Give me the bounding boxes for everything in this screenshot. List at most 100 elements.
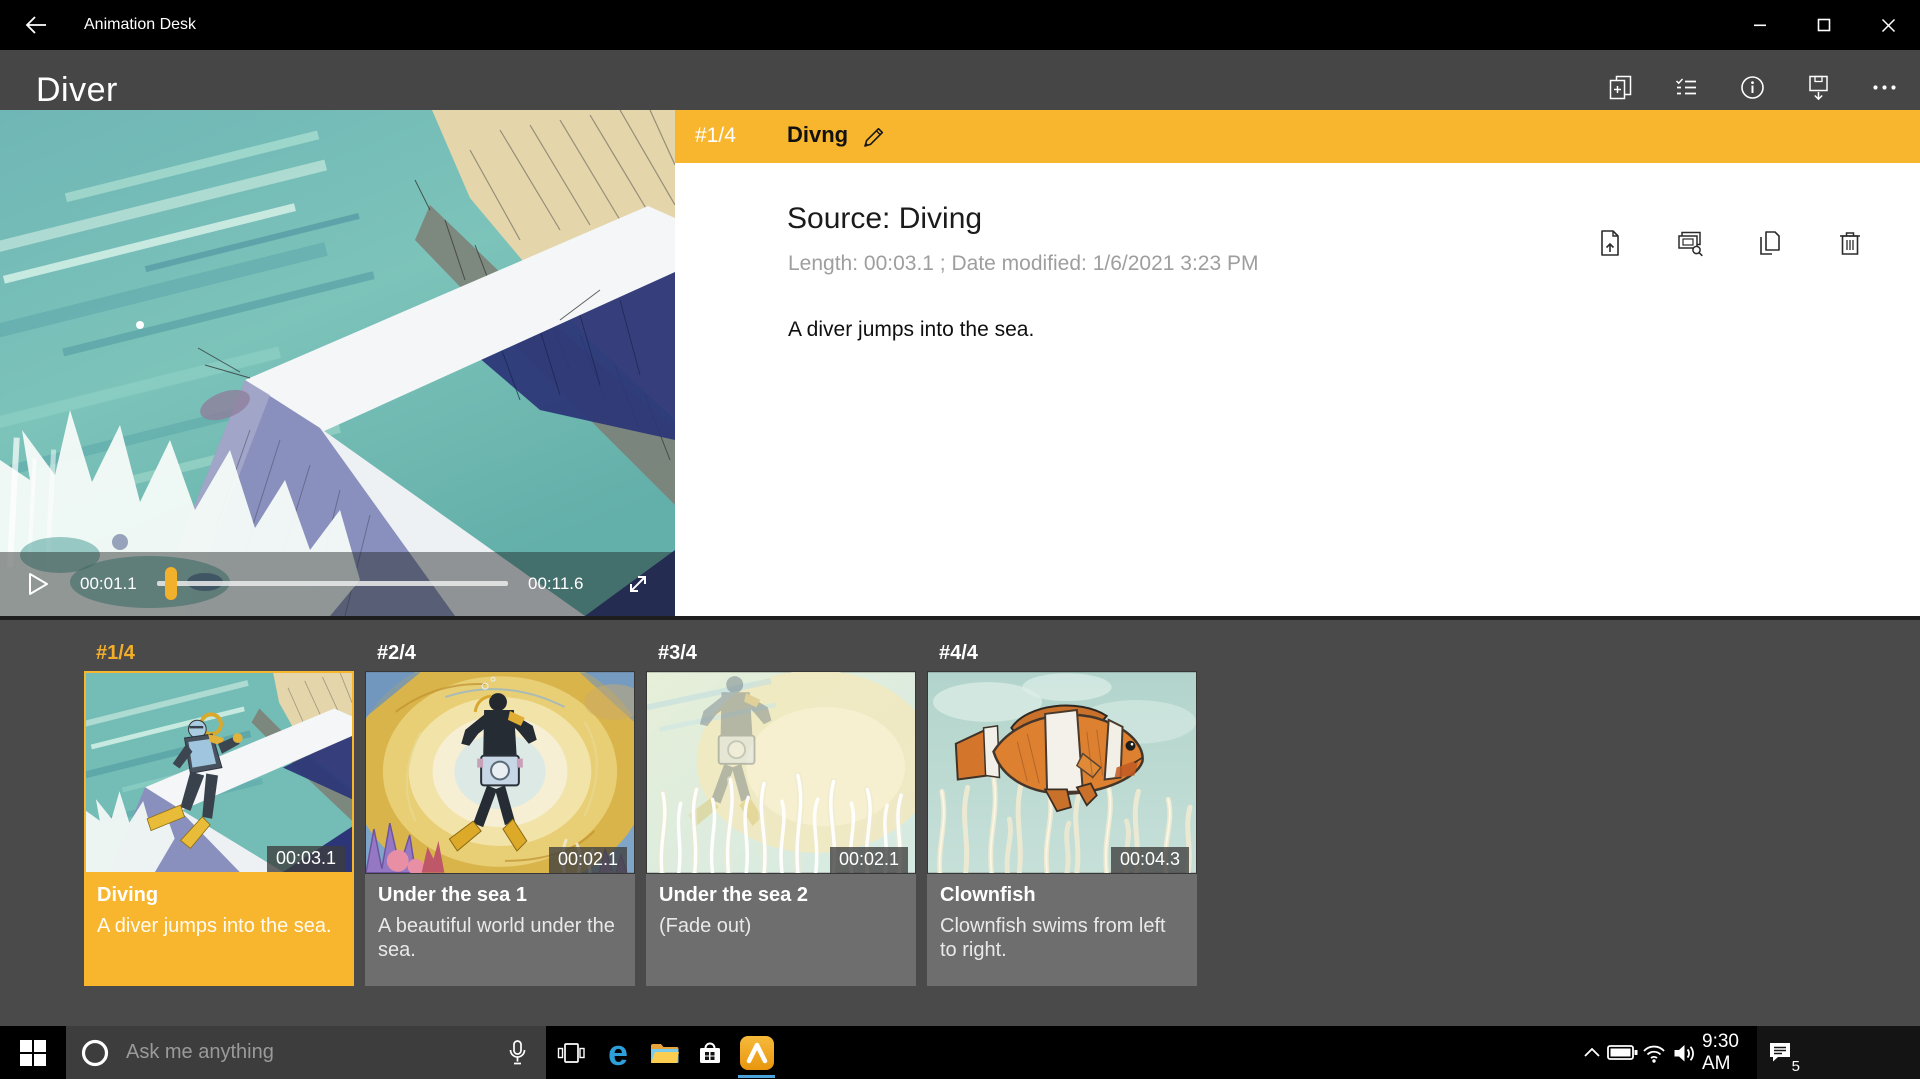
taskbar: e 9:30 AM [0, 1026, 1920, 1079]
scene-thumbnail: 00:02.1 [646, 671, 916, 874]
video-preview[interactable]: 00:01.1 00:11.6 [0, 110, 675, 616]
page-title: Diver [36, 72, 118, 108]
microphone-button[interactable] [500, 1033, 534, 1073]
scene-list-button[interactable] [1664, 68, 1708, 106]
preview-frames-button[interactable] [1673, 226, 1707, 260]
task-view-icon [556, 1039, 586, 1067]
scene-thumbnail: 00:03.1 [84, 671, 354, 874]
search-input[interactable] [124, 1040, 500, 1065]
scene-duration-badge: 00:02.1 [830, 847, 908, 873]
scene-card-footer: Under the sea 1 A beautiful world under … [365, 874, 635, 986]
scene-card-title: Under the sea 2 [659, 884, 903, 907]
play-button[interactable] [16, 564, 56, 604]
battery-indicator[interactable] [1606, 1026, 1638, 1079]
save-export-icon [1805, 74, 1832, 101]
duplicate-scene-button[interactable] [1753, 226, 1787, 260]
info-icon [1739, 74, 1766, 101]
delete-scene-button[interactable] [1833, 226, 1867, 260]
frames-search-icon [1675, 228, 1705, 258]
title-bar: Animation Desk [0, 0, 1920, 50]
scene-duration-badge: 00:03.1 [267, 846, 345, 872]
expand-icon [623, 569, 653, 599]
maximize-button[interactable] [1792, 0, 1856, 50]
scene-card-index: #2/4 [377, 642, 416, 665]
windows-logo-icon [20, 1040, 46, 1066]
clock-text: 9:30 AM [1702, 1031, 1758, 1075]
list-icon [1673, 74, 1700, 101]
wifi-indicator[interactable] [1640, 1026, 1668, 1079]
scene-card-index: #3/4 [658, 642, 697, 665]
more-button[interactable] [1862, 68, 1906, 106]
taskbar-clock[interactable]: 9:30 AM [1702, 1026, 1758, 1079]
edge-icon: e [608, 1035, 628, 1071]
playhead[interactable] [165, 567, 177, 600]
scene-filmstrip: #1/4 [0, 616, 1920, 1026]
pencil-icon [861, 124, 887, 150]
export-scene-button[interactable] [1593, 226, 1627, 260]
scene-card-description: (Fade out) [659, 914, 903, 938]
scene-name: Divng [787, 122, 848, 148]
trash-icon [1835, 228, 1865, 258]
scene-card-footer: Diving A diver jumps into the sea. [84, 874, 354, 986]
cortana-search-box[interactable] [66, 1026, 546, 1079]
minimize-button[interactable] [1728, 0, 1792, 50]
scene-card-clownfish[interactable]: #4/4 [927, 620, 1197, 986]
player-bar: 00:01.1 00:11.6 [0, 552, 675, 616]
rename-scene-button[interactable] [857, 121, 891, 153]
scene-card-under-the-sea-2[interactable]: #3/4 [646, 620, 916, 986]
scene-card-under-the-sea-1[interactable]: #2/4 [365, 620, 635, 986]
volume-indicator[interactable] [1670, 1026, 1700, 1079]
scene-card-title: Clownfish [940, 884, 1184, 907]
scene-header: #1/4 Divng [675, 110, 1920, 163]
scene-card-title: Under the sea 1 [378, 884, 622, 907]
microphone-icon [505, 1039, 530, 1066]
back-arrow-icon [23, 12, 49, 38]
scene-meta: Length: 00:03.1 ; Date modified: 1/6/202… [788, 252, 1259, 276]
scene-description: A diver jumps into the sea. [788, 318, 1034, 342]
scene-artwork-under-the-sea-1 [366, 672, 634, 873]
tray-chevron-button[interactable] [1578, 1026, 1606, 1079]
store-icon [697, 1038, 723, 1067]
fullscreen-button[interactable] [618, 564, 658, 604]
chevron-up-icon [1581, 1043, 1603, 1063]
animation-desk-taskbar-button[interactable] [739, 1026, 775, 1079]
scene-card-index: #4/4 [939, 642, 978, 665]
maximize-icon [1817, 18, 1831, 32]
app-header: Diver [0, 50, 1920, 110]
start-button[interactable] [0, 1026, 66, 1079]
seek-slider[interactable] [157, 581, 508, 586]
back-button[interactable] [14, 9, 58, 41]
edge-browser-button[interactable]: e [595, 1026, 641, 1079]
scene-thumbnail: 00:02.1 [365, 671, 635, 874]
scene-card-index: #1/4 [96, 642, 135, 665]
active-app-indicator [738, 1075, 775, 1078]
file-explorer-icon [649, 1040, 679, 1066]
scene-artwork-diving [86, 673, 352, 872]
add-scene-button[interactable] [1598, 68, 1642, 106]
scene-card-description: Clownfish swims from left to right. [940, 914, 1184, 962]
scene-thumbnail: 00:04.3 [927, 671, 1197, 874]
export-button[interactable] [1796, 68, 1840, 106]
file-explorer-button[interactable] [641, 1026, 687, 1079]
preview-artwork [0, 110, 675, 616]
scene-card-description: A diver jumps into the sea. [97, 914, 341, 938]
scene-card-footer: Clownfish Clownfish swims from left to r… [927, 874, 1197, 986]
battery-icon [1607, 1040, 1638, 1065]
scene-detail-panel: #1/4 Divng Source: Diving Length: 00:03.… [675, 110, 1920, 616]
play-icon [20, 568, 52, 600]
scene-card-diving[interactable]: #1/4 [84, 620, 354, 986]
ellipsis-icon [1871, 74, 1898, 101]
close-icon [1881, 18, 1896, 33]
total-time: 00:11.6 [528, 574, 583, 594]
notification-count-badge: 5 [1792, 1058, 1800, 1075]
scene-card-description: A beautiful world under the sea. [378, 914, 622, 962]
store-button[interactable] [687, 1026, 733, 1079]
copy-icon [1755, 228, 1785, 258]
scene-duration-badge: 00:04.3 [1111, 847, 1189, 873]
action-center-icon [1766, 1040, 1794, 1066]
task-view-button[interactable] [548, 1026, 594, 1079]
scene-card-title: Diving [97, 884, 341, 907]
close-button[interactable] [1856, 0, 1920, 50]
current-time: 00:01.1 [80, 574, 137, 594]
info-button[interactable] [1730, 68, 1774, 106]
